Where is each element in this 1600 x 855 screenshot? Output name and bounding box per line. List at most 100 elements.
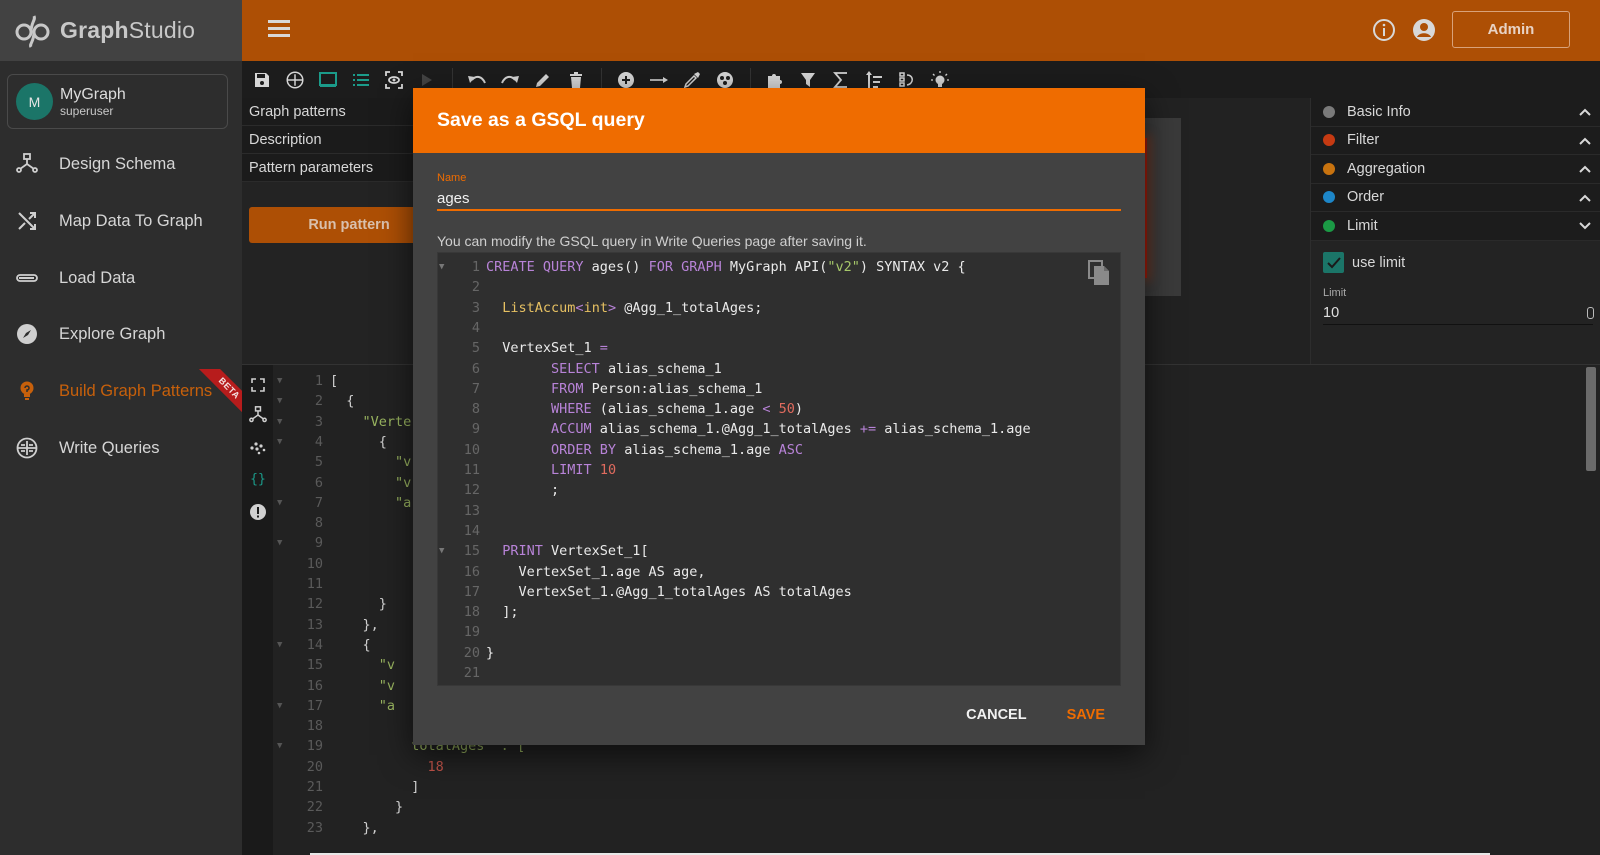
code-text: VertexSet_1.@Agg_1_totalAges AS totalAge… bbox=[486, 583, 852, 600]
fold-toggle-icon[interactable]: ▼ bbox=[439, 541, 444, 561]
line-number: 4 bbox=[314, 433, 323, 450]
code-line: 21 bbox=[438, 663, 1120, 683]
admin-button[interactable]: Admin bbox=[1452, 11, 1570, 48]
code-line: 20} bbox=[438, 643, 1120, 663]
monitor-button[interactable] bbox=[312, 66, 344, 94]
add-edge-icon bbox=[650, 76, 668, 83]
section-label: Basic Info bbox=[1347, 103, 1411, 120]
log-view-button[interactable] bbox=[246, 500, 270, 524]
limit-stepper[interactable] bbox=[1587, 307, 1594, 319]
redo-icon bbox=[501, 75, 519, 83]
list-view-button[interactable] bbox=[345, 66, 377, 94]
sidebar-item-map-data[interactable]: Map Data To Graph bbox=[0, 199, 242, 243]
line-number: 2 bbox=[471, 279, 480, 296]
puzzle-icon bbox=[768, 73, 782, 88]
beta-badge: BETA bbox=[196, 369, 242, 415]
braces-icon: {} bbox=[250, 471, 266, 487]
list-icon bbox=[353, 73, 369, 86]
cancel-button[interactable]: CANCEL bbox=[966, 707, 1026, 723]
sidebar-item-label: Explore Graph bbox=[59, 324, 166, 343]
check-icon bbox=[1326, 256, 1341, 268]
checkbox[interactable] bbox=[1323, 252, 1344, 273]
scatter-view-button[interactable] bbox=[246, 435, 270, 459]
section-limit[interactable]: Limit bbox=[1311, 212, 1600, 241]
menu-toggle-button[interactable] bbox=[268, 20, 290, 38]
sort-icon bbox=[866, 70, 882, 89]
line-number: 5 bbox=[471, 340, 480, 357]
code-text: ACCUM alias_schema_1.@Agg_1_totalAges +=… bbox=[551, 421, 1031, 438]
save-query-dialog: Save as a GSQL query Name You can modify… bbox=[413, 88, 1145, 745]
sidebar-item-label: Design Schema bbox=[59, 154, 176, 173]
save-button[interactable]: SAVE bbox=[1067, 707, 1105, 723]
line-number: 19 bbox=[463, 624, 480, 641]
logo[interactable]: GraphStudio bbox=[0, 0, 242, 61]
section-aggregation[interactable]: Aggregation bbox=[1311, 155, 1600, 184]
line-number: 14 bbox=[463, 522, 480, 539]
fold-toggle-icon[interactable]: ▼ bbox=[439, 257, 444, 277]
eye-scan-icon bbox=[385, 70, 403, 89]
code-line: 13 bbox=[438, 501, 1120, 521]
json-text: { bbox=[330, 433, 387, 450]
gsql-button[interactable] bbox=[279, 66, 311, 94]
line-number: 16 bbox=[306, 677, 323, 694]
json-text: { bbox=[330, 393, 355, 410]
undo-icon bbox=[468, 75, 486, 83]
code-line: 18 ]; bbox=[438, 602, 1120, 622]
line-number: 8 bbox=[471, 401, 480, 418]
graph-selector[interactable]: M MyGraph superuser bbox=[7, 74, 228, 129]
limit-input[interactable] bbox=[1323, 301, 1593, 325]
line-number: 13 bbox=[463, 502, 480, 519]
account-icon[interactable] bbox=[1412, 18, 1436, 42]
sidebar-item-write-queries[interactable]: Write Queries bbox=[0, 426, 242, 470]
json-text: "v bbox=[395, 454, 412, 471]
sidebar-item-label: Build Graph Patterns bbox=[59, 381, 213, 400]
code-line: 10 ORDER BY alias_schema_1.age ASC bbox=[438, 440, 1120, 460]
preview-button[interactable] bbox=[378, 66, 410, 94]
canvas-vertex-card[interactable] bbox=[1143, 118, 1181, 296]
info-icon[interactable] bbox=[1372, 18, 1396, 42]
fullscreen-button[interactable] bbox=[246, 373, 270, 397]
copy-icon[interactable] bbox=[1086, 259, 1112, 287]
use-limit-label: use limit bbox=[1352, 254, 1406, 271]
chevron-up-icon bbox=[1579, 108, 1591, 116]
vertical-scrollbar[interactable] bbox=[1586, 367, 1596, 471]
description-section[interactable]: Description bbox=[242, 126, 417, 154]
pattern-panel: Graph patterns Description Pattern param… bbox=[242, 98, 449, 364]
result-view-toolbar: {} bbox=[242, 365, 273, 855]
section-filter[interactable]: Filter bbox=[1311, 126, 1600, 155]
line-number: 16 bbox=[463, 563, 480, 580]
sidebar-item-load-data[interactable]: Load Data bbox=[0, 256, 242, 300]
code-text: FROM Person:alias_schema_1 bbox=[551, 380, 763, 397]
code-line: 9 ACCUM alias_schema_1.@Agg_1_totalAges … bbox=[438, 419, 1120, 439]
line-number: 13 bbox=[306, 616, 323, 633]
code-line: 17 VertexSet_1.@Agg_1_totalAges AS total… bbox=[438, 582, 1120, 602]
gsql-code-editor[interactable]: ▼ 1 CREATE QUERY ages() FOR GRAPH MyGraph … bbox=[437, 252, 1121, 686]
sigma-icon bbox=[833, 71, 847, 88]
sidebar-item-design-schema[interactable]: Design Schema bbox=[0, 142, 242, 186]
sidebar-item-explore-graph[interactable]: Explore Graph bbox=[0, 312, 242, 356]
section-basic-info[interactable]: Basic Info bbox=[1311, 98, 1600, 127]
order-icon bbox=[899, 71, 913, 87]
code-line: 3 ListAccum<int> @Agg_1_totalAges; bbox=[438, 298, 1120, 318]
line-number: 10 bbox=[306, 555, 323, 572]
line-number: 17 bbox=[306, 697, 323, 714]
shuffle-icon bbox=[14, 208, 40, 234]
use-limit-checkbox[interactable]: use limit bbox=[1323, 252, 1405, 273]
query-name-input[interactable] bbox=[437, 187, 1121, 211]
palette-icon bbox=[717, 71, 733, 88]
json-text: "v bbox=[378, 657, 396, 674]
graph-avatar: M bbox=[16, 83, 53, 120]
eyedropper-icon bbox=[684, 71, 700, 88]
pattern-parameters-section[interactable]: Pattern parameters bbox=[242, 154, 417, 182]
aggregation-dot bbox=[1323, 162, 1335, 175]
line-number: 6 bbox=[471, 360, 480, 377]
json-view-button[interactable]: {} bbox=[246, 467, 270, 491]
sidebar-item-build-graph-patterns[interactable]: Build Graph Patterns BETA bbox=[0, 369, 242, 415]
section-order[interactable]: Order bbox=[1311, 183, 1600, 212]
line-number: 12 bbox=[463, 482, 480, 499]
save-pattern-button[interactable] bbox=[246, 66, 278, 94]
section-label: Order bbox=[1347, 189, 1385, 206]
design-schema-icon bbox=[249, 406, 267, 423]
graph-patterns-section[interactable]: Graph patterns bbox=[242, 98, 417, 126]
graph-view-button[interactable] bbox=[246, 403, 270, 427]
